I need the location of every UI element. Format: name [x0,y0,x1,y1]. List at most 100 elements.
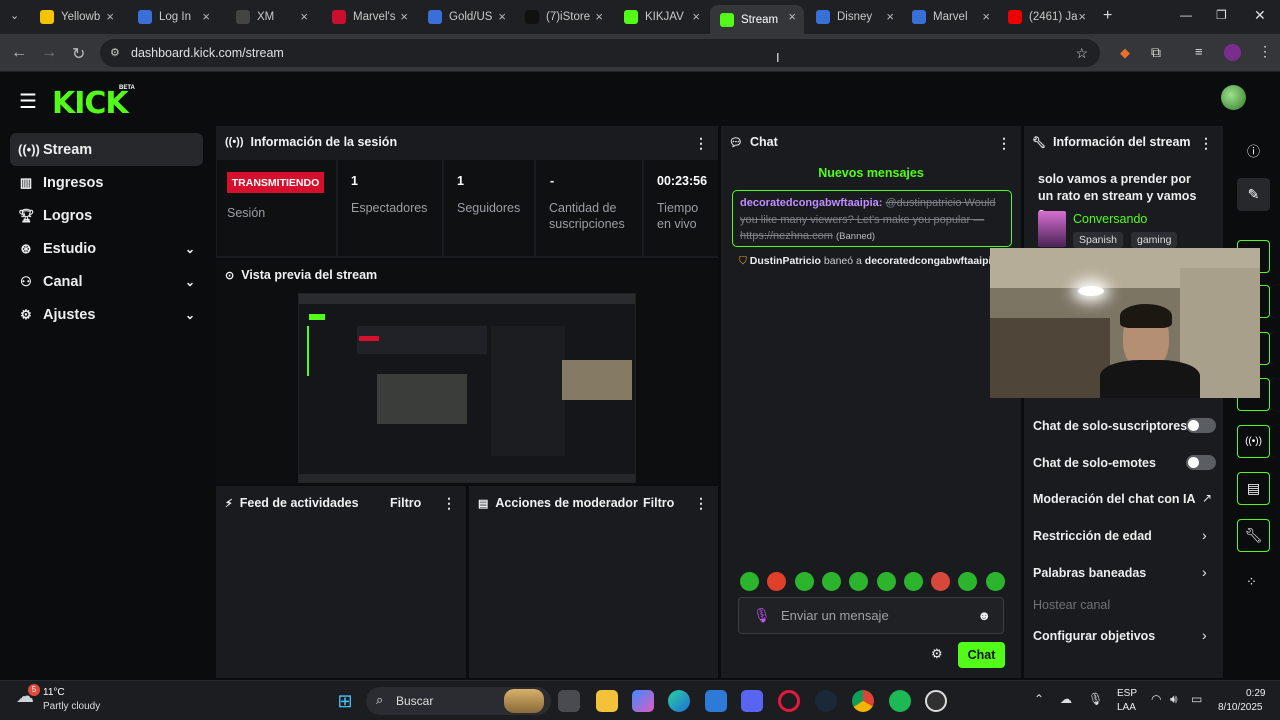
extension-fox-icon[interactable]: ◆ [1120,45,1130,61]
tag-gaming[interactable]: gaming [1131,232,1178,248]
chat-input[interactable]: 🎙︎ Enviar un mensaje ☻ [738,597,1004,634]
chat-message[interactable]: decoratedcongabwftaaipia: @dustinpatrici… [732,190,1012,247]
close-tab-icon[interactable]: × [498,9,506,24]
back-icon[interactable]: ← [11,44,27,62]
close-tab-icon[interactable]: × [692,9,700,24]
sidebar-item-estudio[interactable]: ⊛ Estudio ⌄ [10,232,203,265]
reload-icon[interactable]: ↻ [72,44,85,64]
minimize-icon[interactable]: — [1180,8,1192,22]
mod-filter-button[interactable]: Filtro [643,496,674,510]
tab-7[interactable]: KIKJAV × [614,5,708,29]
new-tab-button[interactable]: + [1103,7,1112,25]
ban-target[interactable]: decoratedcongabwftaaipia [865,255,997,267]
emote-icon[interactable] [931,572,951,591]
menu-dots-icon[interactable]: ⋮ [1258,43,1272,60]
tab-9[interactable]: Disney × [806,5,902,29]
tab-5[interactable]: Gold/US × [418,5,514,29]
stream-preview-video[interactable] [298,293,636,483]
weather-widget[interactable]: ☁ 5 11°C Partly cloudy [14,684,134,716]
wrench-rail-button[interactable]: 🔧︎ [1237,519,1270,552]
tab-3[interactable]: XM × [226,5,316,29]
connections-icon[interactable]: ⁘ [1246,574,1257,590]
discord-icon[interactable] [741,690,763,712]
edge-icon[interactable] [668,690,690,712]
clock-time[interactable]: 0:29 [1246,688,1265,699]
file-explorer-icon[interactable] [596,690,618,712]
close-tab-icon[interactable]: × [202,9,210,24]
tray-cloud-icon[interactable]: ☁ [1060,692,1072,706]
tab-list-icon[interactable]: ⌄ [10,9,19,22]
sidebar-item-stream[interactable]: ((•)) Stream [10,133,203,166]
chat-settings-icon[interactable]: ⚙ [931,646,943,662]
sidebar-item-ingresos[interactable]: ▥ Ingresos [10,166,203,199]
close-tab-icon[interactable]: × [300,9,308,24]
info-icon[interactable]: ⓘ [1247,141,1260,160]
send-chat-button[interactable]: Chat [958,642,1005,668]
emote-only-chat-toggle[interactable] [1186,455,1216,470]
keyboard-lang-top[interactable]: ESP [1117,688,1137,699]
stream-info-menu-icon[interactable]: ⋮ [1199,135,1213,152]
microphone-icon[interactable]: 🎙︎ [753,598,771,633]
tray-mic-icon[interactable]: 🎙︎ [1088,692,1103,706]
media-icon[interactable]: ≡ [1195,44,1203,59]
hamburger-menu-icon[interactable]: ☰ [19,89,37,114]
ban-actor[interactable]: DustinPatricio [750,255,821,267]
chat-menu-icon[interactable]: ⋮ [997,135,1011,152]
activity-filter-button[interactable]: Filtro [390,496,421,510]
edit-stream-button[interactable]: ✎ [1237,178,1270,211]
close-tab-icon[interactable]: × [595,9,603,24]
age-restriction-item[interactable]: Restricción de edad [1033,529,1152,543]
tab-2[interactable]: Log In × [128,5,218,29]
restore-icon[interactable]: ❐ [1216,8,1227,22]
sidebar-item-logros[interactable]: 🏆︎ Logros [10,199,203,232]
url-field[interactable]: ⚙ dashboard.kick.com/stream ☆ [100,39,1100,67]
close-window-icon[interactable]: ✕ [1254,7,1266,24]
emote-icon[interactable] [985,572,1005,591]
activity-menu-icon[interactable]: ⋮ [442,495,456,512]
sub-only-chat-toggle[interactable] [1186,418,1216,433]
category-thumbnail[interactable] [1038,211,1066,247]
profile-avatar[interactable] [1224,44,1241,61]
tab-8[interactable]: Stream × [710,5,804,34]
emote-icon[interactable] [903,572,923,591]
external-link-icon[interactable]: ↗ [1202,491,1212,505]
sidebar-item-ajustes[interactable]: ⚙ Ajustes ⌄ [10,298,203,331]
store-icon[interactable] [705,690,727,712]
wifi-icon[interactable]: ◠ [1151,692,1161,706]
bookmark-star-icon[interactable]: ☆ [1075,39,1088,67]
close-tab-icon[interactable]: × [400,9,408,24]
tray-chevron-up-icon[interactable]: ⌃ [1034,692,1044,706]
copilot-icon[interactable] [632,690,654,712]
extensions-icon[interactable]: ⧉ [1151,44,1161,61]
ai-moderation-link[interactable]: Moderación del chat con IA [1033,492,1196,506]
start-menu-icon[interactable]: ⊞ [334,690,356,712]
new-messages-label[interactable]: Nuevos mensajes [722,166,1020,180]
steam-icon[interactable] [815,690,837,712]
tag-spanish[interactable]: Spanish [1073,232,1123,248]
mod-menu-icon[interactable]: ⋮ [694,495,708,512]
keyboard-lang-bottom[interactable]: LAA [1117,702,1136,713]
emote-icon[interactable] [876,572,896,591]
chat-message-user[interactable]: decoratedcongabwftaaipia: [740,197,882,209]
obs-icon[interactable] [925,690,947,712]
banned-words-item[interactable]: Palabras baneadas [1033,566,1146,580]
task-view-icon[interactable] [558,690,580,712]
layout-rail-button[interactable]: ▤ [1237,472,1270,505]
tab-10[interactable]: Marvel × [902,5,998,29]
tab-6[interactable]: (7)iStore × [515,5,611,29]
kick-logo[interactable]: KICK [52,86,129,121]
emoji-picker-icon[interactable]: ☻ [977,598,991,633]
battery-icon[interactable]: ▭ [1191,692,1202,706]
tab-11[interactable]: (2461) Ja × [998,5,1094,29]
emote-icon[interactable] [740,572,759,591]
emote-icon[interactable] [821,572,841,591]
site-info-icon[interactable]: ⚙ [110,39,120,67]
close-tab-icon[interactable]: × [788,9,796,24]
chrome-icon[interactable] [852,690,874,712]
close-tab-icon[interactable]: × [1078,9,1086,24]
close-tab-icon[interactable]: × [886,9,894,24]
close-tab-icon[interactable]: × [982,9,990,24]
configure-goals-item[interactable]: Configurar objetivos [1033,629,1155,643]
tab-1[interactable]: Yellowb × [30,5,122,29]
category-name[interactable]: Conversando [1073,212,1147,226]
